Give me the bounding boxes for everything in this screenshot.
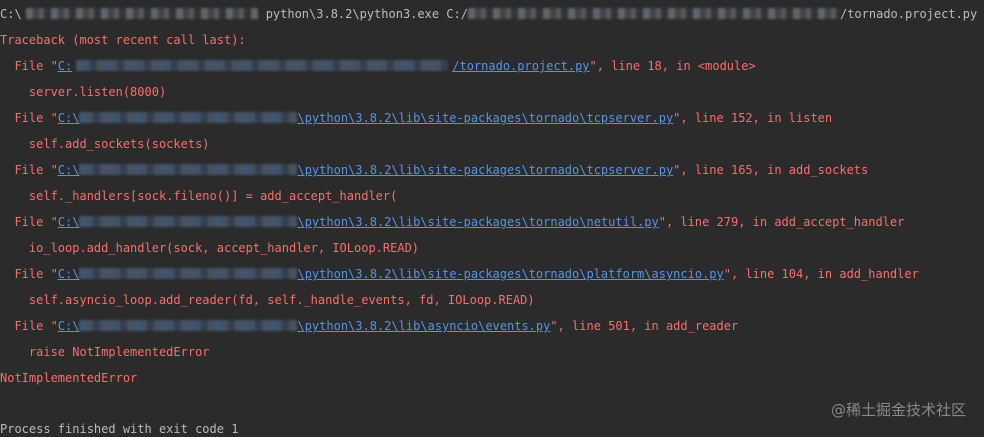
run-command-line: C:\ python\3.8.2\python3.exe C:/ /tornado.…	[0, 6, 977, 22]
run-console-output: C:\ python\3.8.2\python3.exe C:/ /tornado.…	[0, 0, 984, 437]
exception-name: NotImplementedError	[0, 371, 138, 385]
file-link[interactable]: C:\ \python\3.8.2\lib\asyncio\events.py	[58, 319, 551, 333]
frame-prefix: File "	[0, 59, 58, 73]
redacted-path	[467, 8, 840, 19]
frame-line-info: ", line 501, in add_reader	[550, 319, 739, 333]
traceback-frame-location: File "C:\ \python\3.8.2\lib\site-packages…	[0, 162, 868, 178]
watermark-at-sign: @	[830, 401, 846, 419]
redacted-path	[76, 60, 449, 71]
redacted-path	[79, 112, 298, 123]
traceback-frame-location: File "C:\ \python\3.8.2\lib\site-packages…	[0, 214, 904, 230]
frame-prefix: File "	[0, 215, 58, 229]
frame-line-info: ", line 165, in add_sockets	[673, 163, 869, 177]
traceback-frame-code: self._handlers[sock.fileno()] = add_acce…	[0, 189, 398, 203]
frame-line-info: ", line 279, in add_accept_handler	[658, 215, 905, 229]
file-link[interactable]: C:\ \python\3.8.2\lib\site-packages\torna…	[58, 215, 659, 229]
watermark: @稀土掘金技术社区	[831, 401, 966, 419]
traceback-frame-code: self.asyncio_loop.add_reader(fd, self._h…	[0, 293, 535, 307]
frame-prefix: File "	[0, 111, 58, 125]
redacted-path	[25, 8, 258, 19]
frame-line-info: ", line 104, in add_handler	[723, 267, 919, 281]
redacted-path	[79, 164, 298, 175]
command-script: /tornado.project.py	[839, 7, 978, 21]
redacted-path	[79, 268, 298, 279]
watermark-text: 稀土掘金技术社区	[845, 401, 966, 419]
frame-prefix: File "	[0, 163, 58, 177]
redacted-path	[79, 320, 298, 331]
frame-prefix: File "	[0, 267, 58, 281]
traceback-frame-location: File "C:\ \python\3.8.2\lib\site-packages…	[0, 266, 919, 282]
frame-prefix: File "	[0, 319, 58, 333]
traceback-frame-code: io_loop.add_handler(sock, accept_handler…	[0, 241, 420, 255]
file-link[interactable]: C:\ \python\3.8.2\lib\site-packages\torna…	[58, 267, 724, 281]
traceback-frame-code: raise NotImplementedError	[0, 345, 210, 359]
file-link[interactable]: C:\ \python\3.8.2\lib\site-packages\torna…	[58, 163, 673, 177]
traceback-frame-location: File "C:\ \python\3.8.2\lib\asyncio\event…	[0, 318, 738, 334]
command-interpreter: python\3.8.2\python3.exe C:/	[265, 7, 468, 21]
file-link[interactable]: C:\ \python\3.8.2\lib\site-packages\torna…	[58, 111, 673, 125]
traceback-frame-code: server.listen(8000)	[0, 85, 167, 99]
traceback-frame-code: self.add_sockets(sockets)	[0, 137, 210, 151]
traceback-header: Traceback (most recent call last):	[0, 33, 246, 47]
command-drive: C:\	[0, 7, 22, 21]
frame-line-info: ", line 18, in <module>	[589, 59, 756, 73]
redacted-path	[79, 216, 298, 227]
traceback-frame-location: File "C:/tornado.project.py", line 18, i…	[0, 58, 756, 74]
traceback-frame-location: File "C:\ \python\3.8.2\lib\site-packages…	[0, 110, 832, 126]
file-link[interactable]: C:/tornado.project.py	[58, 59, 590, 73]
process-exit-message: Process finished with exit code 1	[0, 422, 239, 436]
frame-line-info: ", line 152, in listen	[673, 111, 833, 125]
